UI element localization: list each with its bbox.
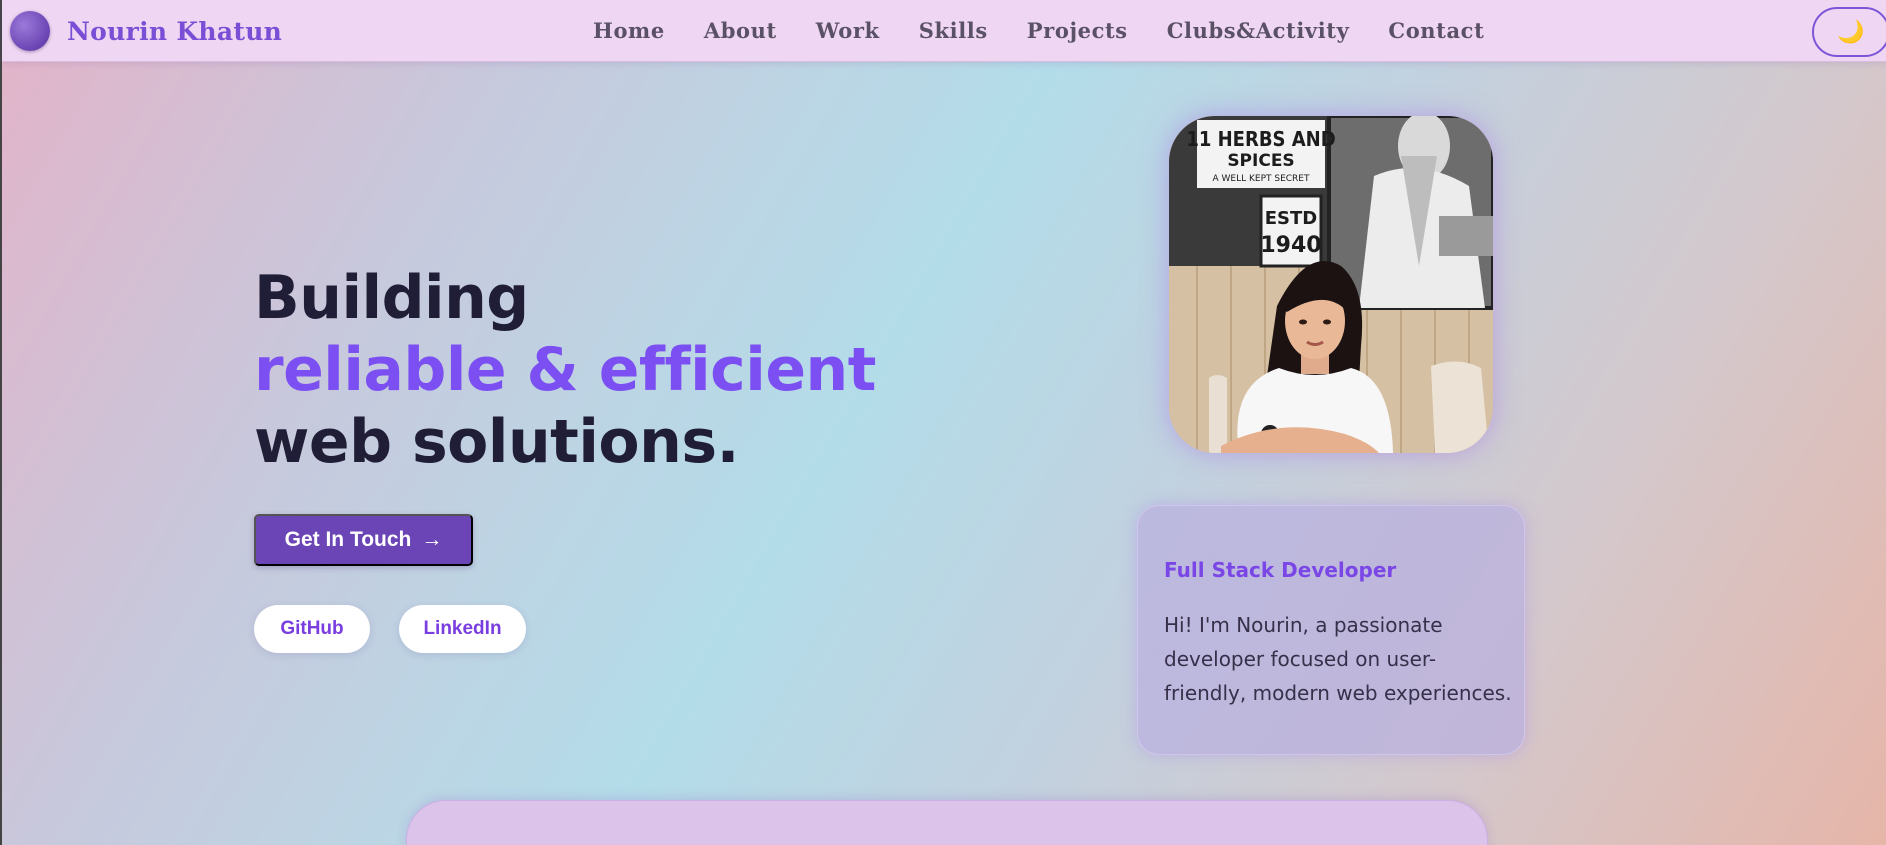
- sign-herbs-text: 11 HERBS AND: [1186, 127, 1335, 151]
- sign-spices-text: SPICES: [1227, 151, 1294, 171]
- nav-link-about[interactable]: About: [704, 18, 777, 43]
- linkedin-link[interactable]: LinkedIn: [399, 605, 526, 653]
- sign-estd-text: ESTD: [1265, 208, 1317, 229]
- nav-link-contact[interactable]: Contact: [1388, 18, 1484, 43]
- hero-line-web-solutions: web solutions.: [254, 407, 739, 477]
- sign-year-text: 1940: [1260, 233, 1321, 258]
- intro-card: Full Stack Developer Hi! I'm Nourin, a p…: [1137, 505, 1525, 755]
- get-in-touch-button[interactable]: Get In Touch →: [254, 514, 473, 566]
- nav-link-work[interactable]: Work: [816, 18, 880, 43]
- profile-photo: 11 HERBS AND SPICES A WELL KEPT SECRET E…: [1169, 116, 1493, 453]
- next-section-panel: [406, 800, 1488, 845]
- github-link[interactable]: GitHub: [254, 605, 370, 653]
- get-in-touch-label: Get In Touch: [284, 528, 412, 551]
- nav-link-clubs-activity[interactable]: Clubs&Activity: [1167, 18, 1350, 43]
- nav-link-projects[interactable]: Projects: [1027, 18, 1128, 43]
- profile-photo-illustration: 11 HERBS AND SPICES A WELL KEPT SECRET E…: [1169, 116, 1493, 453]
- arrow-right-icon: →: [421, 528, 443, 551]
- card-role-title: Full Stack Developer: [1164, 558, 1397, 582]
- sign-secret-text: A WELL KEPT SECRET: [1213, 174, 1310, 184]
- brand-name: Nourin Khatun: [67, 16, 283, 46]
- moon-icon: 🌙: [1837, 19, 1865, 44]
- nav-link-skills[interactable]: Skills: [919, 18, 988, 43]
- nav-link-home[interactable]: Home: [593, 18, 665, 43]
- theme-toggle-button[interactable]: 🌙: [1812, 7, 1886, 57]
- top-navbar: Nourin Khatun Home About Work Skills Pro…: [2, 0, 1886, 62]
- card-intro-text: Hi! I'm Nourin, a passionate developer f…: [1164, 613, 1512, 705]
- hero-heading: Building reliable & efficient web soluti…: [254, 262, 876, 478]
- hero-line-accent: reliable & efficient: [254, 335, 876, 405]
- brand[interactable]: Nourin Khatun: [10, 11, 282, 51]
- hero-line-building: Building: [254, 263, 529, 333]
- nav-links: Home About Work Skills Projects Clubs&Ac…: [593, 14, 1523, 46]
- brand-logo-icon: [10, 11, 50, 51]
